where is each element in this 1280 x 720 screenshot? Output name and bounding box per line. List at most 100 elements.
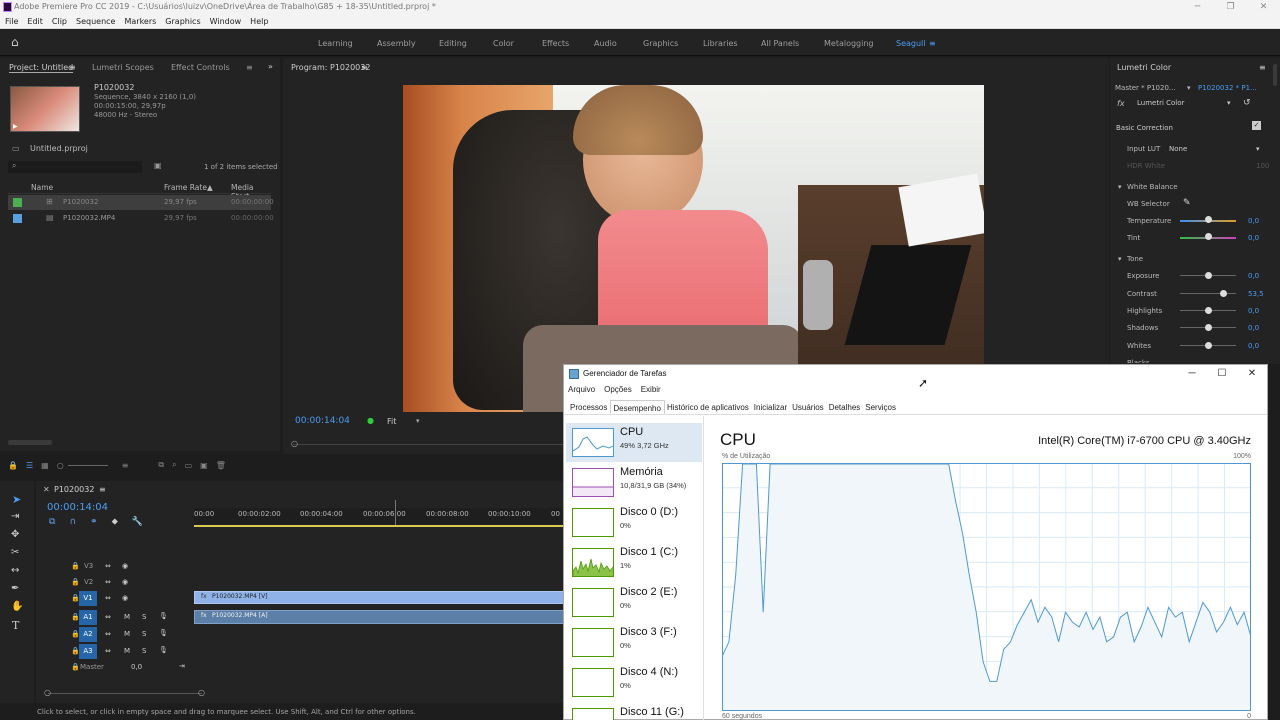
track-select-tool-icon[interactable]: ⇥ [11,511,19,522]
trash-icon[interactable]: 🗑 [216,461,226,470]
workspace-seagull[interactable]: Seagull [896,39,926,48]
workspace-graphics[interactable]: Graphics [643,39,678,48]
resource-cpu[interactable]: CPU 49% 3,72 GHz [566,423,702,462]
sync-lock-icon[interactable]: ⇔ [105,647,111,655]
temperature-value[interactable]: 0,0 [1248,217,1259,225]
menu-markers[interactable]: Markers [124,17,156,26]
tm-maximize-icon[interactable]: ☐ [1207,365,1237,383]
temperature-knob[interactable] [1205,216,1212,223]
program-menu-icon[interactable]: ≡ [361,63,368,72]
microphone-icon[interactable]: 🎙 [159,612,168,620]
tab-usuarios[interactable]: Usuários [790,400,827,414]
label-color-swatch[interactable] [13,214,22,223]
resource-disco-3[interactable]: Disco 3 (F:) 0% [566,623,702,662]
lut-chevron-icon[interactable]: ▾ [1256,145,1260,153]
tab-lumetri-color[interactable]: Lumetri Color [1117,63,1171,72]
playhead-icon[interactable]: ○ [291,439,298,448]
white-balance-header[interactable]: White Balance [1127,183,1178,191]
track-label[interactable]: V3 [84,562,93,570]
menu-window[interactable]: Window [210,17,242,26]
add-marker-icon[interactable]: ⬥ [112,517,118,527]
tab-desempenho[interactable]: Desempenho [610,400,665,414]
master-chevron-icon[interactable]: ▾ [1187,84,1191,92]
workspace-editing[interactable]: Editing [439,39,467,48]
ripple-edit-tool-icon[interactable]: ✥ [11,529,19,540]
tm-menu-arquivo[interactable]: Arquivo [568,385,595,397]
fx-dropdown[interactable]: Lumetri Color [1137,99,1184,107]
col-frame-rate[interactable]: Frame Rate [164,183,207,192]
close-icon[interactable]: ✕ [1247,0,1280,14]
eye-icon[interactable]: ◉ [122,578,128,586]
resource-disco-2[interactable]: Disco 2 (E:) 0% [566,583,702,622]
tab-servicos[interactable]: Serviços [863,400,899,414]
program-timecode[interactable]: 00:00:14:04 [295,416,350,426]
tab-overflow-icon[interactable]: ≡ [246,63,253,72]
track-label[interactable]: A1 [79,610,97,625]
tab-sequence[interactable]: P1020032 [54,485,94,494]
sequence-menu-icon[interactable]: ≡ [99,485,106,494]
tab-effect-controls[interactable]: Effect Controls [171,63,230,72]
fx-chevron-icon[interactable]: ▾ [1227,99,1231,107]
tm-minimize-icon[interactable]: ─ [1177,365,1207,383]
menu-file[interactable]: File [5,17,18,26]
slip-tool-icon[interactable]: ↔ [11,565,19,576]
timeline-timecode[interactable]: 00:00:14:04 [47,502,108,513]
workspace-menu-icon[interactable]: ≡ [929,39,936,48]
mute-button[interactable]: M [124,647,130,655]
resource-disco-4[interactable]: Disco 4 (N:) 0% [566,663,702,702]
clip-instance-label[interactable]: P1020032 * P1... [1198,84,1257,92]
wrench-icon[interactable]: 🔧 [132,517,143,527]
exposure-knob[interactable] [1205,272,1212,279]
eyedropper-icon[interactable]: ✎ [1183,198,1191,208]
white-balance-chevron-icon[interactable]: ▾ [1118,183,1122,191]
audio-clip[interactable]: fx P1020032.MP4 [A] [194,610,564,624]
workspace-learning[interactable]: Learning [318,39,353,48]
table-row[interactable]: ▤ P1020032.MP4 29,97 fps 00:00:00:00 [8,211,274,226]
automate-icon[interactable]: ⧉ [158,460,164,470]
tint-knob[interactable] [1205,233,1212,240]
shadows-value[interactable]: 0,0 [1248,324,1259,332]
menu-edit[interactable]: Edit [27,17,43,26]
tint-value[interactable]: 0,0 [1248,234,1259,242]
linked-selection-icon[interactable]: ⚭ [90,517,98,527]
contrast-value[interactable]: 53,5 [1248,290,1264,298]
master-clip-label[interactable]: Master * P1020... [1115,84,1176,92]
lumetri-menu-icon[interactable]: ≡ [1259,63,1266,72]
tm-menu-exibir[interactable]: Exibir [641,385,661,397]
microphone-icon[interactable]: 🎙 [159,646,168,654]
pen-tool-icon[interactable]: ✒ [11,583,19,594]
table-row[interactable]: ⊞ P1020032 29,97 fps 00:00:00:00 [8,195,274,210]
mute-button[interactable]: M [124,613,130,621]
whites-knob[interactable] [1205,342,1212,349]
resource-disco-0[interactable]: Disco 0 (D:) 0% [566,503,702,542]
contrast-knob[interactable] [1220,290,1227,297]
tm-menu-opcoes[interactable]: Opções [604,385,632,397]
highlights-value[interactable]: 0,0 [1248,307,1259,315]
fit-dropdown[interactable]: Fit [387,417,396,426]
sync-lock-icon[interactable]: ⇔ [105,613,111,621]
razor-tool-icon[interactable]: ✂ [11,547,19,558]
tm-close-icon[interactable]: ✕ [1237,365,1267,383]
workspace-assembly[interactable]: Assembly [377,39,416,48]
home-icon[interactable]: ⌂ [11,36,25,49]
scroll-end-handle[interactable]: ○ [198,688,205,697]
sort-icon[interactable]: ≡ [122,461,129,470]
scroll-start-handle[interactable]: ○ [44,688,51,697]
track-label[interactable]: V1 [79,591,97,606]
track-label[interactable]: A3 [79,644,97,659]
whites-value[interactable]: 0,0 [1248,342,1259,350]
new-bin-footer-icon[interactable]: ▭ [185,461,193,470]
menu-sequence[interactable]: Sequence [76,17,115,26]
resource-disco-1[interactable]: Disco 1 (C:) 1% [566,543,702,582]
tab-lumetri-scopes[interactable]: Lumetri Scopes [92,63,154,72]
reset-icon[interactable]: ↺ [1243,98,1251,108]
menu-help[interactable]: Help [250,17,268,26]
tab-detalhes[interactable]: Detalhes [827,400,864,414]
label-color-swatch[interactable] [13,198,22,207]
shadows-knob[interactable] [1205,324,1212,331]
nest-icon[interactable]: ⧉ [49,517,55,527]
solo-button[interactable]: S [142,647,146,655]
workspace-effects[interactable]: Effects [542,39,569,48]
eye-icon[interactable]: ◉ [122,594,128,602]
menu-graphics[interactable]: Graphics [165,17,200,26]
